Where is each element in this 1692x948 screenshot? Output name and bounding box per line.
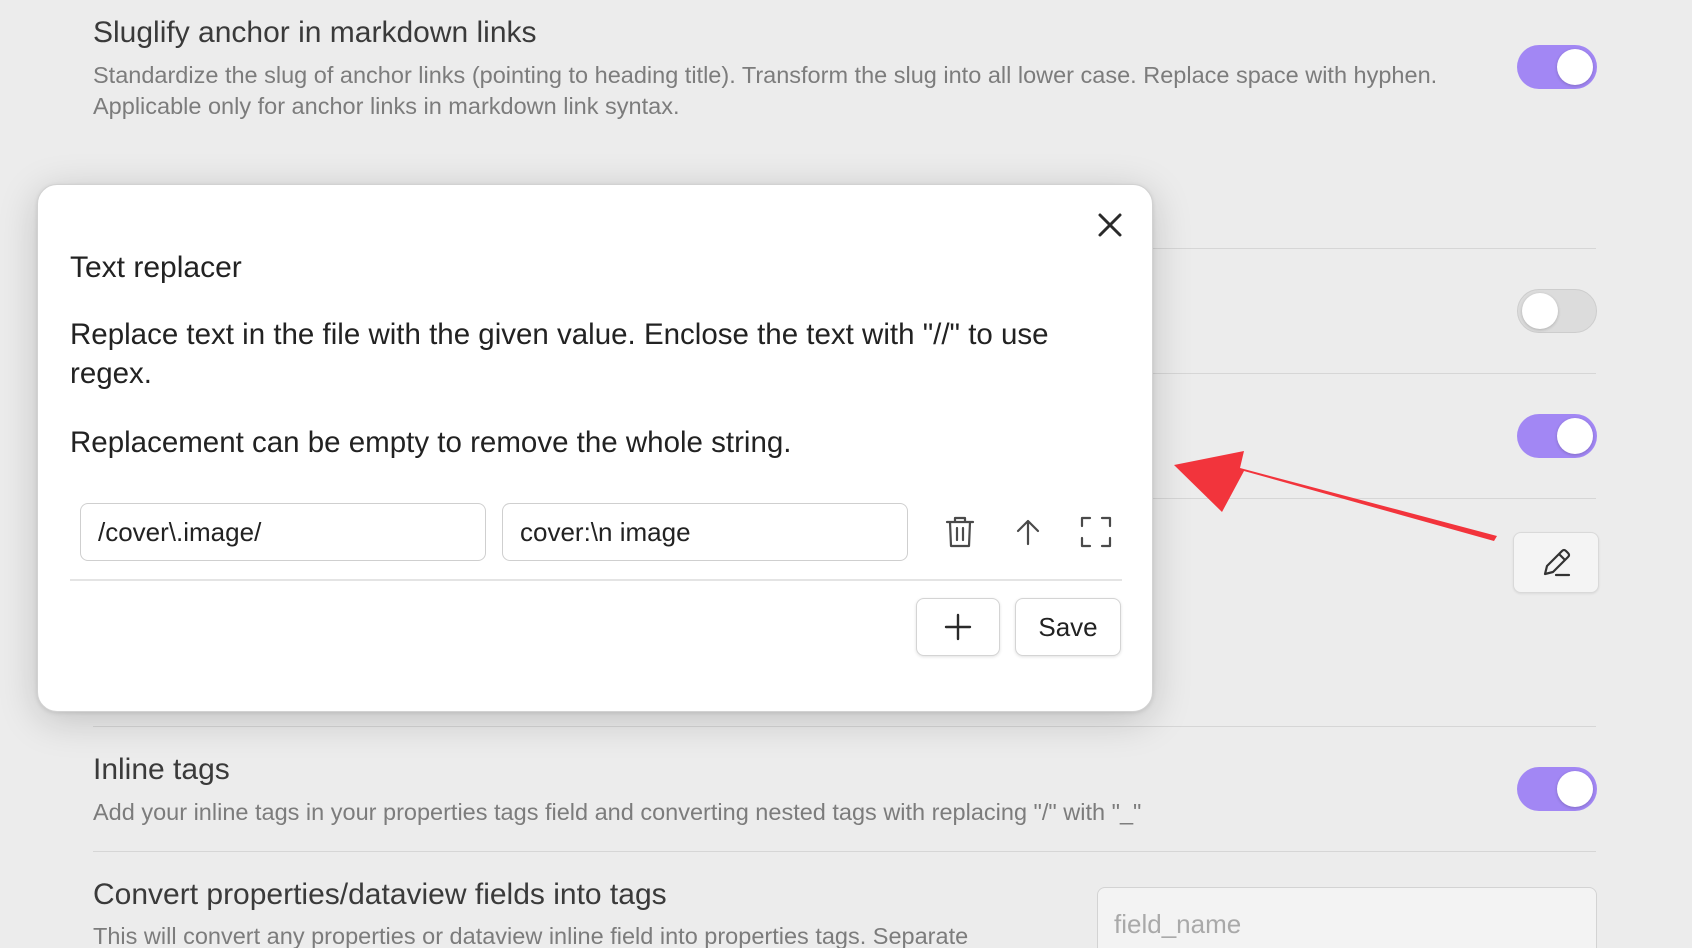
pencil-icon (1543, 548, 1571, 576)
replacement-rule-row (70, 503, 1122, 581)
setting-toggle-off[interactable] (1517, 289, 1597, 333)
close-icon (1098, 213, 1122, 237)
delete-rule-button[interactable] (935, 507, 985, 557)
settings-page: Sluglify anchor in markdown links Standa… (0, 0, 1692, 948)
find-text-input[interactable] (80, 503, 486, 561)
divider (93, 851, 1596, 852)
toggle-knob (1557, 771, 1593, 807)
inline-tags-setting-title: Inline tags (93, 753, 230, 786)
text-replacer-modal: Text replacer Replace text in the file w… (37, 184, 1153, 712)
arrow-up-icon (1016, 519, 1040, 546)
expand-rule-button[interactable] (1071, 507, 1121, 557)
toggle-knob (1557, 49, 1593, 85)
save-button[interactable]: Save (1015, 598, 1121, 656)
divider (93, 726, 1596, 727)
setting-toggle-on[interactable] (1517, 414, 1597, 458)
plus-icon (944, 613, 972, 641)
inline-tags-setting-description: Add your inline tags in your properties … (93, 799, 1142, 825)
expand-icon (1080, 516, 1112, 548)
move-rule-up-button[interactable] (1003, 507, 1053, 557)
toggle-knob (1557, 418, 1593, 454)
convert-fields-setting-title: Convert properties/dataview fields into … (93, 878, 667, 911)
edit-text-replacer-button[interactable] (1513, 532, 1599, 593)
add-rule-button[interactable] (916, 598, 1000, 656)
convert-fields-setting-description: This will convert any properties or data… (93, 923, 969, 948)
toggle-knob (1522, 293, 1558, 329)
sluglify-setting-description: Standardize the slug of anchor links (po… (93, 62, 1438, 119)
close-button[interactable] (1090, 205, 1130, 245)
trash-icon (945, 516, 975, 548)
field-name-input[interactable] (1097, 887, 1597, 948)
modal-title: Text replacer (70, 251, 242, 284)
sluglify-setting-title: Sluglify anchor in markdown links (93, 16, 537, 49)
modal-description: Replace text in the file with the given … (70, 318, 1049, 390)
replace-text-input[interactable] (502, 503, 908, 561)
modal-description-note: Replacement can be empty to remove the w… (70, 426, 792, 459)
sluglify-toggle[interactable] (1517, 45, 1597, 89)
inline-tags-toggle[interactable] (1517, 767, 1597, 811)
